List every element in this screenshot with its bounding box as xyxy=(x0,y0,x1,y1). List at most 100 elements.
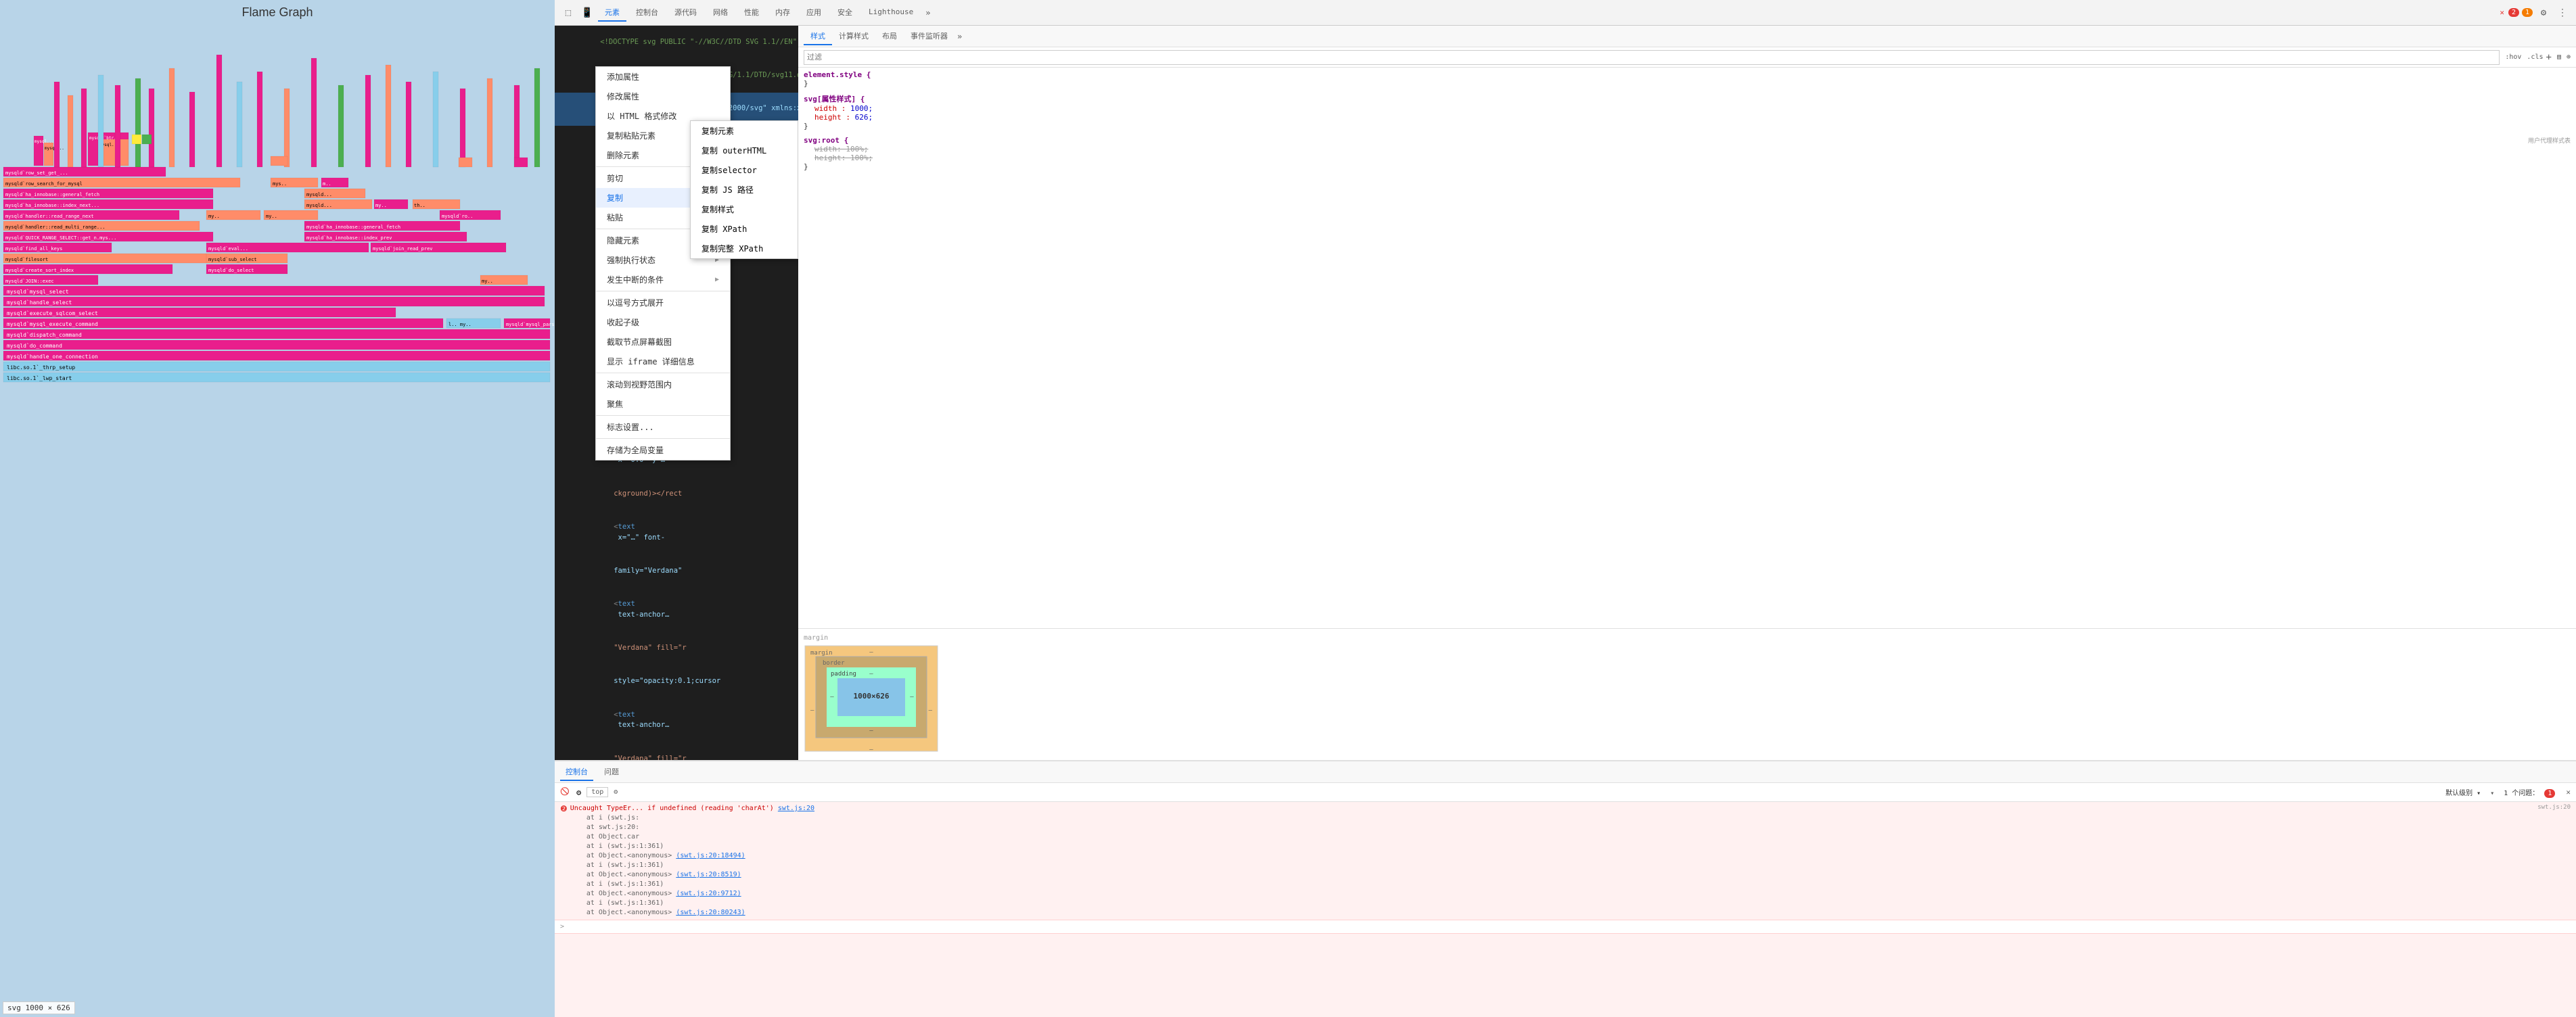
error-link[interactable]: swt.js:20 xyxy=(778,805,814,812)
tab-layout[interactable]: 布局 xyxy=(875,28,904,45)
warning-count[interactable]: 1 xyxy=(2522,8,2533,17)
submenu-copy-outerhtml[interactable]: 复制 outerHTML xyxy=(691,141,798,160)
context-menu-screenshot[interactable]: 截取节点屏幕截图 xyxy=(596,332,730,352)
error-link-4[interactable]: (swt.js:20:9712) xyxy=(676,890,741,897)
tab-console-bottom[interactable]: 控制台 xyxy=(560,763,593,781)
tab-computed[interactable]: 计算样式 xyxy=(832,28,875,45)
svg-text:–: – xyxy=(929,707,933,714)
context-menu-scroll[interactable]: 滚动到视野范围内 xyxy=(596,375,730,394)
html-line: "Verdana" fill="r xyxy=(555,742,798,760)
context-menu-global[interactable]: 存储为全局变量 xyxy=(596,440,730,460)
svg-text:1000×626: 1000×626 xyxy=(854,692,890,701)
add-style-icon[interactable]: + xyxy=(2546,52,2552,63)
console-close-button[interactable]: ✕ xyxy=(2566,788,2571,797)
svg-text:mysqld`handler::read_multi_ran: mysqld`handler::read_multi_range... xyxy=(5,224,106,230)
tab-performance[interactable]: 性能 xyxy=(737,4,766,22)
style-rule-svg-root: svg:root { 用户代理样式表 width: 100%; height: … xyxy=(804,136,2571,171)
svg-text:mysqld`mysql_execute_command: mysqld`mysql_execute_command xyxy=(7,321,98,327)
flame-graph-title: Flame Graph xyxy=(0,0,555,25)
submenu-copy-jspath[interactable]: 复制 JS 路径 xyxy=(691,180,798,199)
error-indicator: ✕ xyxy=(2500,8,2504,17)
submenu-copy-selector[interactable]: 复制selector xyxy=(691,160,798,180)
context-menu-sep6 xyxy=(596,438,730,439)
console-error-badge: 1 xyxy=(2544,789,2555,798)
context-menu-focus[interactable]: 聚焦 xyxy=(596,394,730,414)
svg-text:padding: padding xyxy=(831,671,856,678)
tab-elements[interactable]: 元素 xyxy=(598,4,626,22)
inspect-icon[interactable]: ⬚ xyxy=(560,5,576,21)
tab-lighthouse[interactable]: Lighthouse xyxy=(862,5,920,20)
tab-sources[interactable]: 源代码 xyxy=(668,4,704,22)
context-menu-badge[interactable]: 标志设置... xyxy=(596,417,730,437)
tab-styles[interactable]: 样式 xyxy=(804,28,832,45)
error-link-5[interactable]: (swt.js:20:80243) xyxy=(676,909,745,916)
svg-text:mysqld...: mysqld... xyxy=(306,192,332,197)
context-menu-edit-attr[interactable]: 修改属性 xyxy=(596,87,730,106)
svg-text:mysqld`eval...: mysqld`eval... xyxy=(208,246,248,252)
more-tabs-button[interactable]: » xyxy=(923,7,933,19)
devtools-main-area: <!DOCTYPE svg PUBLIC "-//W3C//DTD SVG 1.… xyxy=(555,26,2576,1017)
html-line: "Verdana" fill="r xyxy=(555,632,798,665)
toggle-icon[interactable]: ▤ xyxy=(2557,53,2561,61)
svg-text:mysqld`ha_innobase::general_fe: mysqld`ha_innobase::general_fetch xyxy=(5,192,99,197)
submenu-copy-element[interactable]: 复制元素 xyxy=(691,121,798,141)
html-line: <text text-anchor… xyxy=(555,588,798,632)
tab-security[interactable]: 安全 xyxy=(831,4,859,22)
context-menu-collapse[interactable]: 收起子级 xyxy=(596,312,730,332)
box-model-label: margin xyxy=(804,634,2571,642)
tab-event-listeners[interactable]: 事件监听器 xyxy=(904,28,954,45)
styles-filter-row: :hov .cls + ▤ ⊕ xyxy=(798,47,2576,68)
html-panel: <!DOCTYPE svg PUBLIC "-//W3C//DTD SVG 1.… xyxy=(555,26,798,760)
error-circle-icon: ❷ xyxy=(560,804,568,813)
flame-graph-panel: Flame Graph libc.so.1`_lwp_start libc.so… xyxy=(0,0,555,1017)
svg-text:mysqld`ro..: mysqld`ro.. xyxy=(442,214,473,219)
issues-count: 默认级别 ▾ ▾ 1 个问题： 1 xyxy=(2445,787,2555,797)
context-menu-break-on[interactable]: 发生中断的条件 ▶ xyxy=(596,270,730,289)
submenu-copy-full-xpath[interactable]: 复制完整 XPath xyxy=(691,239,798,258)
svg-text:mysqld`ha_innobase::general_fe: mysqld`ha_innobase::general_fetch xyxy=(306,224,400,230)
error-link-3[interactable]: (swt.js:20:8519) xyxy=(676,871,741,878)
svg-text:m..: m.. xyxy=(323,181,331,187)
console-toolbar: 控制台 问题 xyxy=(555,761,2576,783)
filter-cls[interactable]: .cls xyxy=(2527,53,2543,61)
console-content: ❷ Uncaught TypeEr... if undefined (readi… xyxy=(555,802,2576,1017)
submenu-copy-styles[interactable]: 复制样式 xyxy=(691,199,798,219)
user-agent-label: 用户代理样式表 xyxy=(2528,136,2571,145)
svg-text:mysqld`create_sort_index: mysqld`create_sort_index xyxy=(5,268,74,273)
device-icon[interactable]: 📱 xyxy=(579,5,595,21)
tab-issues[interactable]: 问题 xyxy=(599,763,624,781)
context-menu-iframe[interactable]: 显示 iframe 详细信息 xyxy=(596,352,730,371)
error-count[interactable]: 2 xyxy=(2508,8,2519,17)
svg-dimension-tooltip: svg 1000 × 626 xyxy=(3,1001,75,1014)
tab-console[interactable]: 控制台 xyxy=(629,4,665,22)
console-filter-icon[interactable]: ⚙ xyxy=(576,788,581,797)
devtools-toolbar: ⬚ 📱 元素 控制台 源代码 网络 性能 内存 应用 安全 Lighthouse… xyxy=(555,0,2576,26)
svg-text:–: – xyxy=(910,694,914,701)
copy-styles-icon[interactable]: ⊕ xyxy=(2567,53,2571,61)
tab-application[interactable]: 应用 xyxy=(800,4,828,22)
svg-text:–: – xyxy=(869,671,873,678)
top-dropdown[interactable]: top xyxy=(586,787,608,797)
filter-hov[interactable]: :hov xyxy=(2505,53,2521,61)
style-rule-element: element.style { } xyxy=(804,70,2571,88)
tab-memory[interactable]: 内存 xyxy=(768,4,797,22)
box-model-diagram: margin – – – – border padding 1000×626 – xyxy=(804,644,939,753)
context-menu-add-attr[interactable]: 添加属性 xyxy=(596,67,730,87)
styles-filter-input[interactable] xyxy=(804,50,2500,65)
svg-text:mysqld`mysql_select: mysqld`mysql_select xyxy=(7,288,69,295)
error-link-2[interactable]: (swt.js:20:18494) xyxy=(676,852,745,859)
svg-text:th..: th.. xyxy=(414,203,426,208)
context-menu-expand[interactable]: 以逗号方式展开 xyxy=(596,293,730,312)
styles-more-tabs[interactable]: » xyxy=(954,30,965,43)
more-options-icon[interactable]: ⋮ xyxy=(2554,5,2571,21)
settings-icon[interactable]: ⚙ xyxy=(2535,5,2552,21)
html-line: <!DOCTYPE svg PUBLIC "-//W3C//DTD SVG 1.… xyxy=(555,26,798,59)
styles-content: element.style { } svg[属性样式] { width : 10… xyxy=(798,68,2576,628)
console-settings-icon[interactable]: ⚙ xyxy=(614,788,618,796)
svg-text:my..: my.. xyxy=(375,203,387,208)
console-clear-button[interactable]: 🚫 xyxy=(560,787,571,798)
tab-network[interactable]: 网络 xyxy=(706,4,735,22)
submenu-copy-xpath[interactable]: 复制 XPath xyxy=(691,219,798,239)
svg-text:mysqld`join_read_prev: mysqld`join_read_prev xyxy=(373,246,433,252)
svg-text:mys..: mys.. xyxy=(273,181,287,187)
